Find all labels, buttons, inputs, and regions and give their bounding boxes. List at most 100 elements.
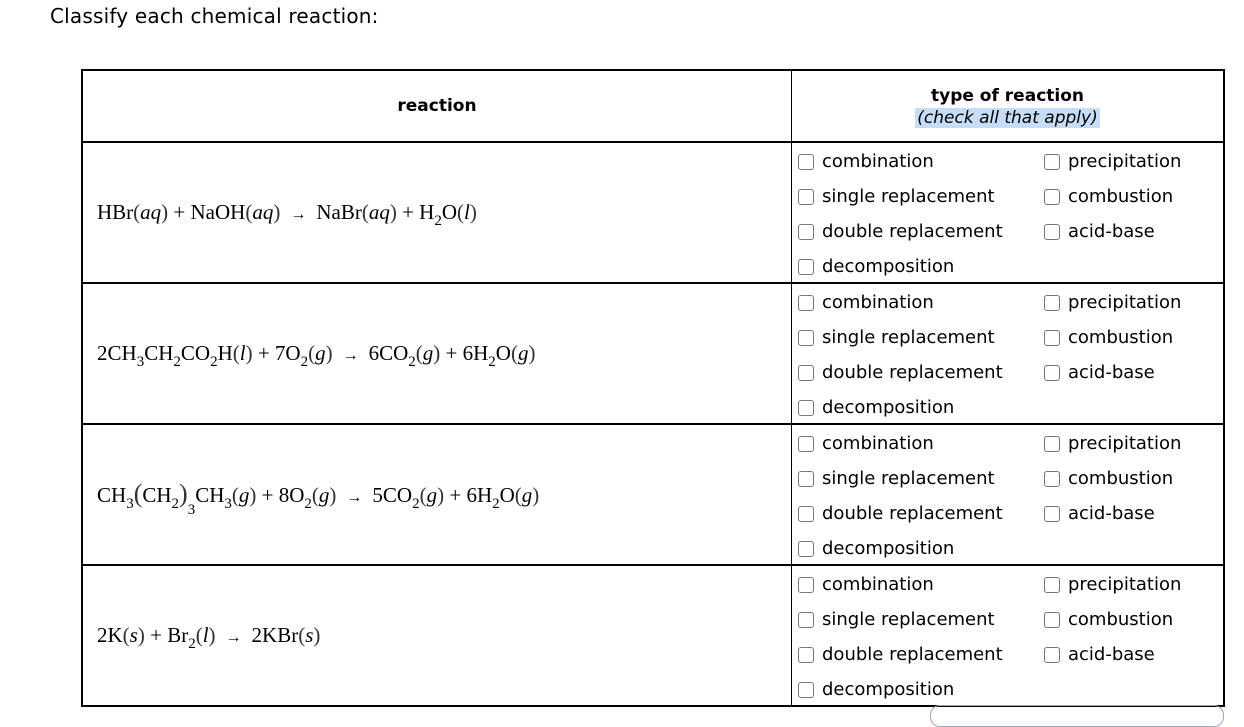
header-type-title: type of reaction bbox=[930, 86, 1085, 106]
reaction-row-3: CH3(CH2)3CH3(g) + 8O2(g) → 5CO2(g) + 6H2O(… bbox=[81, 423, 1225, 566]
option-label: double replacement bbox=[822, 362, 1003, 383]
option-label: combustion bbox=[1068, 186, 1174, 207]
option-label: single replacement bbox=[822, 186, 995, 207]
option-label: combination bbox=[822, 574, 934, 595]
checkbox-acid-base[interactable] bbox=[1044, 646, 1060, 663]
checkbox-combination[interactable] bbox=[798, 576, 814, 593]
checkbox-double-replacement[interactable] bbox=[798, 646, 814, 663]
option-label: decomposition bbox=[822, 679, 955, 700]
option-single-replacement[interactable]: single replacement bbox=[798, 327, 995, 348]
option-label: combination bbox=[822, 292, 934, 313]
checkbox-acid-base[interactable] bbox=[1044, 223, 1060, 240]
option-decomposition[interactable]: decomposition bbox=[798, 679, 954, 700]
reaction-row-1: HBr(aq) + NaOH(aq) → NaBr(aq) + H2O(l) com… bbox=[81, 141, 1225, 284]
checkbox-single-replacement[interactable] bbox=[798, 611, 814, 628]
equation-2: 2CH3CH2CO2H(l) + 7O2(g) → 6CO2(g) + 6H2O(g… bbox=[81, 282, 792, 425]
option-single-replacement[interactable]: single replacement bbox=[798, 186, 995, 207]
option-single-replacement[interactable]: single replacement bbox=[798, 468, 995, 489]
option-decomposition[interactable]: decomposition bbox=[798, 538, 954, 559]
option-double-replacement[interactable]: double replacement bbox=[798, 644, 1003, 665]
checkbox-acid-base[interactable] bbox=[1044, 364, 1060, 381]
option-label: combustion bbox=[1068, 468, 1174, 489]
checkbox-precipitation[interactable] bbox=[1044, 294, 1060, 311]
checkbox-double-replacement[interactable] bbox=[798, 223, 814, 240]
question-prompt: Classify each chemical reaction: bbox=[50, 4, 379, 28]
feedback-bubble bbox=[930, 705, 1224, 727]
option-precipitation[interactable]: precipitation bbox=[1044, 574, 1181, 595]
equation-4: 2K(s) + Br2(l) → 2KBr(s) bbox=[81, 564, 792, 707]
option-label: precipitation bbox=[1068, 433, 1182, 454]
option-decomposition[interactable]: decomposition bbox=[798, 256, 954, 277]
checkbox-precipitation[interactable] bbox=[1044, 435, 1060, 452]
reaction-row-2: 2CH3CH2CO2H(l) + 7O2(g) → 6CO2(g) + 6H2O(g… bbox=[81, 282, 1225, 425]
option-label: decomposition bbox=[822, 256, 955, 277]
option-label: precipitation bbox=[1068, 151, 1182, 172]
option-label: acid-base bbox=[1068, 503, 1155, 524]
option-combustion[interactable]: combustion bbox=[1044, 186, 1173, 207]
checkbox-precipitation[interactable] bbox=[1044, 576, 1060, 593]
option-single-replacement[interactable]: single replacement bbox=[798, 609, 995, 630]
option-double-replacement[interactable]: double replacement bbox=[798, 503, 1003, 524]
option-precipitation[interactable]: precipitation bbox=[1044, 433, 1181, 454]
option-precipitation[interactable]: precipitation bbox=[1044, 151, 1181, 172]
checkbox-precipitation[interactable] bbox=[1044, 153, 1060, 170]
option-combination[interactable]: combination bbox=[798, 574, 934, 595]
option-decomposition[interactable]: decomposition bbox=[798, 397, 954, 418]
checkbox-double-replacement[interactable] bbox=[798, 364, 814, 381]
checkbox-combustion[interactable] bbox=[1044, 188, 1060, 205]
option-label: decomposition bbox=[822, 538, 955, 559]
option-label: combination bbox=[822, 151, 934, 172]
option-combustion[interactable]: combustion bbox=[1044, 327, 1173, 348]
option-acid-base[interactable]: acid-base bbox=[1044, 644, 1155, 665]
options-3: combination single replacement double repl… bbox=[791, 423, 1225, 566]
reaction-row-4: 2K(s) + Br2(l) → 2KBr(s) combination single… bbox=[81, 564, 1225, 707]
checkbox-combustion[interactable] bbox=[1044, 329, 1060, 346]
equation-1: HBr(aq) + NaOH(aq) → NaBr(aq) + H2O(l) bbox=[81, 141, 792, 284]
option-label: precipitation bbox=[1068, 574, 1182, 595]
option-acid-base[interactable]: acid-base bbox=[1044, 221, 1155, 242]
option-acid-base[interactable]: acid-base bbox=[1044, 362, 1155, 383]
header-type: type of reaction (check all that apply) bbox=[791, 69, 1225, 143]
option-label: single replacement bbox=[822, 468, 995, 489]
option-label: double replacement bbox=[822, 221, 1003, 242]
option-double-replacement[interactable]: double replacement bbox=[798, 221, 1003, 242]
option-label: decomposition bbox=[822, 397, 955, 418]
header-reaction: reaction bbox=[81, 69, 792, 143]
checkbox-combination[interactable] bbox=[798, 435, 814, 452]
option-label: combustion bbox=[1068, 609, 1174, 630]
checkbox-decomposition[interactable] bbox=[798, 681, 814, 698]
option-acid-base[interactable]: acid-base bbox=[1044, 503, 1155, 524]
checkbox-decomposition[interactable] bbox=[798, 540, 814, 557]
checkbox-double-replacement[interactable] bbox=[798, 505, 814, 522]
option-combination[interactable]: combination bbox=[798, 433, 934, 454]
checkbox-single-replacement[interactable] bbox=[798, 188, 814, 205]
options-1: combination single replacement double repl… bbox=[791, 141, 1225, 284]
checkbox-combustion[interactable] bbox=[1044, 611, 1060, 628]
option-label: single replacement bbox=[822, 609, 995, 630]
option-combination[interactable]: combination bbox=[798, 151, 934, 172]
checkbox-single-replacement[interactable] bbox=[798, 470, 814, 487]
option-label: double replacement bbox=[822, 644, 1003, 665]
option-label: combustion bbox=[1068, 327, 1174, 348]
option-label: double replacement bbox=[822, 503, 1003, 524]
checkbox-combination[interactable] bbox=[798, 294, 814, 311]
checkbox-decomposition[interactable] bbox=[798, 399, 814, 416]
option-label: acid-base bbox=[1068, 644, 1155, 665]
option-combination[interactable]: combination bbox=[798, 292, 934, 313]
option-label: precipitation bbox=[1068, 292, 1182, 313]
option-precipitation[interactable]: precipitation bbox=[1044, 292, 1181, 313]
option-label: acid-base bbox=[1068, 362, 1155, 383]
checkbox-combustion[interactable] bbox=[1044, 470, 1060, 487]
option-label: single replacement bbox=[822, 327, 995, 348]
checkbox-acid-base[interactable] bbox=[1044, 505, 1060, 522]
header-type-note: (check all that apply) bbox=[915, 108, 1100, 128]
option-double-replacement[interactable]: double replacement bbox=[798, 362, 1003, 383]
option-combustion[interactable]: combustion bbox=[1044, 609, 1173, 630]
reaction-table: reaction type of reaction (check all tha… bbox=[81, 69, 1225, 707]
checkbox-decomposition[interactable] bbox=[798, 258, 814, 275]
equation-3: CH3(CH2)3CH3(g) + 8O2(g) → 5CO2(g) + 6H2O(… bbox=[81, 423, 792, 566]
checkbox-single-replacement[interactable] bbox=[798, 329, 814, 346]
option-label: combination bbox=[822, 433, 934, 454]
checkbox-combination[interactable] bbox=[798, 153, 814, 170]
option-combustion[interactable]: combustion bbox=[1044, 468, 1173, 489]
